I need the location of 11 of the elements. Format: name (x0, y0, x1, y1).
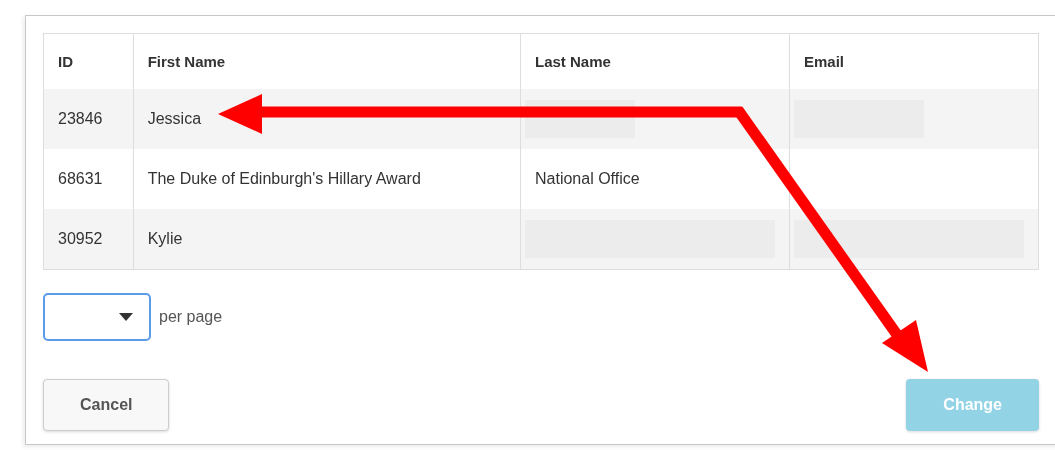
table-cell: The Duke of Edinburgh's Hillary Award (147, 170, 421, 187)
table-cell: 23846 (58, 110, 103, 127)
cancel-button[interactable]: Cancel (43, 378, 170, 431)
table-cell: National Office (535, 170, 640, 187)
table-cell: 68631 (58, 170, 103, 187)
caret-icon (119, 312, 133, 321)
table-cell: Jessica (147, 110, 202, 127)
page-size-select[interactable] (43, 292, 151, 341)
table-cell: Kylie (147, 229, 183, 247)
table-cell: 30952 (58, 229, 103, 247)
per-page-label: per page (159, 307, 223, 326)
